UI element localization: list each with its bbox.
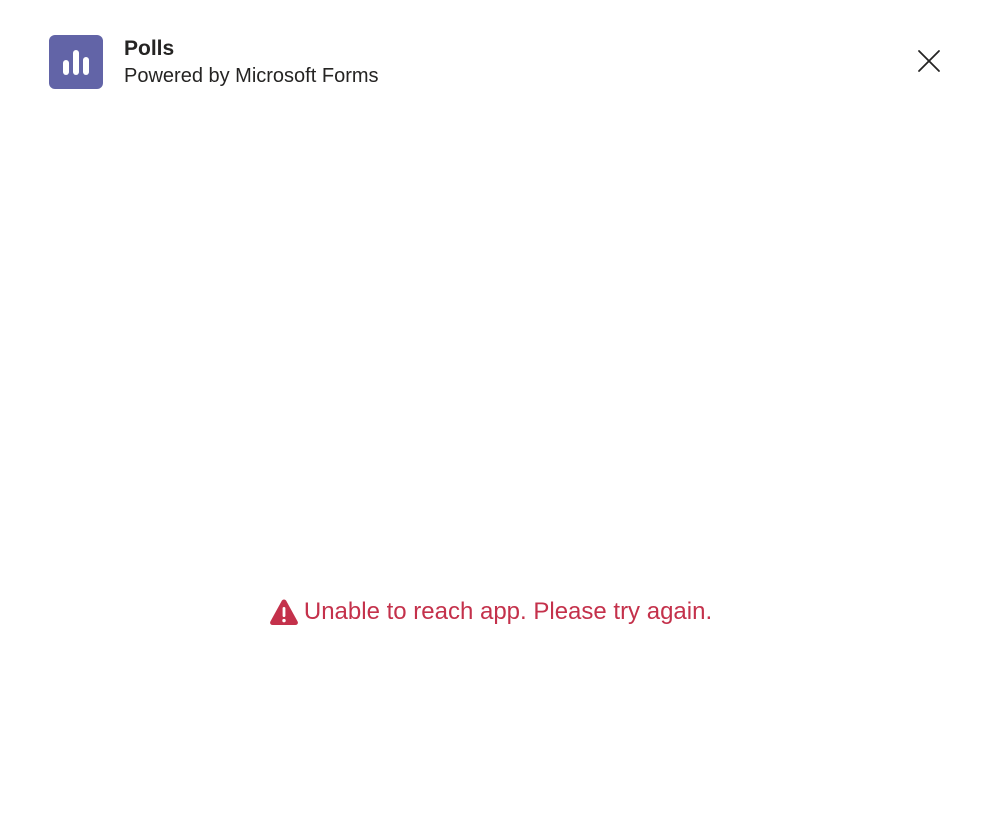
bar-chart-icon (63, 50, 89, 75)
close-button[interactable] (912, 44, 946, 78)
app-title: Polls (124, 37, 175, 60)
app-subtitle: Powered by Microsoft Forms (124, 65, 379, 87)
warning-icon (269, 598, 299, 626)
error-message: Unable to reach app. Please try again. (303, 598, 713, 625)
app-icon (49, 35, 103, 89)
app-dialog: Polls Powered by Microsoft Forms Unable … (0, 0, 999, 828)
close-icon (918, 50, 940, 72)
error-message-row: Unable to reach app. Please try again. (0, 596, 999, 628)
